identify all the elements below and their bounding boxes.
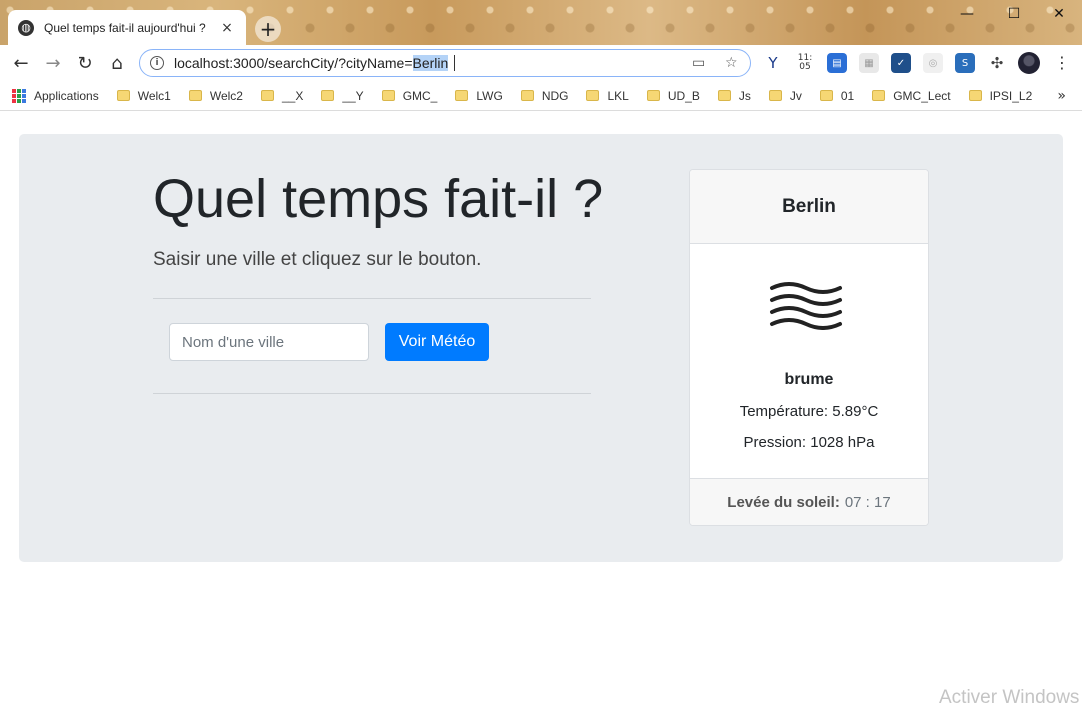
card-body: brume Température: 5.89°C Pression: 1028… <box>690 244 928 478</box>
bookmark-folder[interactable]: Welc2 <box>188 88 243 103</box>
card-footer: Levée du soleil: 07 : 17 <box>690 478 928 525</box>
folder-icon <box>260 90 274 101</box>
pressure-text: Pression: 1028 hPa <box>743 434 875 451</box>
bookmark-label: Applications <box>34 88 99 103</box>
home-icon[interactable]: ⌂ <box>105 51 129 75</box>
bookmark-label: __Y <box>342 88 364 103</box>
bookmark-folder[interactable]: 01 <box>819 88 855 103</box>
temperature-text: Température: 5.89°C <box>739 403 879 420</box>
extension-v-icon[interactable]: Y <box>763 53 783 73</box>
extension-circle-icon[interactable]: ◎ <box>923 53 943 73</box>
bookmark-folder[interactable]: __Y <box>321 88 364 103</box>
folder-icon <box>586 90 600 101</box>
bookmarks-bar: Applications Welc1 Welc2 __X __Y GMC_ LW… <box>0 81 1082 111</box>
divider <box>153 298 591 299</box>
browser-tab[interactable]: ◍ Quel temps fait-il aujourd'hui ? × <box>8 10 246 45</box>
folder-icon <box>872 90 886 101</box>
apps-grid-icon <box>12 88 26 103</box>
folder-icon <box>717 90 731 101</box>
folder-icon <box>768 90 782 101</box>
star-icon[interactable]: ☆ <box>725 55 738 71</box>
bookmark-label: Jv <box>789 88 802 103</box>
close-window-button[interactable]: ✕ <box>1036 4 1082 24</box>
bookmark-folder[interactable]: LKL <box>586 88 629 103</box>
folder-icon <box>819 90 833 101</box>
bookmark-label: Js <box>738 88 751 103</box>
bookmark-folder[interactable]: NDG <box>520 88 569 103</box>
bookmark-folder[interactable]: GMC_Lect <box>872 88 951 103</box>
mist-icon <box>770 282 842 330</box>
folder-icon <box>381 90 395 101</box>
page-title: Quel temps fait-il ? <box>153 169 604 229</box>
new-tab-button[interactable]: + <box>255 16 281 42</box>
bookmark-apps[interactable]: Applications <box>12 88 99 103</box>
globe-icon: ◍ <box>18 19 34 36</box>
cast-icon[interactable]: ▭ <box>692 55 705 71</box>
bookmark-label: Welc1 <box>137 88 171 103</box>
info-icon[interactable]: i <box>150 56 164 70</box>
reload-icon[interactable]: ↻ <box>73 51 97 75</box>
folder-icon <box>116 90 130 101</box>
url-prefix: localhost:3000/searchCity/?cityName= <box>174 55 413 71</box>
sunrise-label: Levée du soleil: <box>727 494 840 511</box>
page-subtitle: Saisir une ville et cliquez sur le bouto… <box>153 249 482 270</box>
folder-icon <box>968 90 982 101</box>
extension-doc-icon[interactable]: ▤ <box>827 53 847 73</box>
bookmark-label: GMC_ <box>402 88 438 103</box>
view-weather-button[interactable]: Voir Météo <box>385 323 489 361</box>
folder-icon <box>188 90 202 101</box>
extension-check-icon[interactable]: ✓ <box>891 53 911 73</box>
minimize-button[interactable]: — <box>944 4 990 24</box>
extension-grid-icon[interactable]: ▦ <box>859 53 879 73</box>
menu-icon[interactable]: ⋮ <box>1054 53 1070 72</box>
bookmark-folder[interactable]: GMC_ <box>381 88 438 103</box>
folder-icon <box>321 90 335 101</box>
bookmarks-overflow-icon[interactable]: » <box>1057 88 1066 104</box>
extension-clock-icon[interactable]: 11: 05 <box>795 53 815 73</box>
bookmark-folder[interactable]: Js <box>717 88 751 103</box>
bookmark-folder[interactable]: __X <box>260 88 304 103</box>
text-cursor <box>454 55 456 71</box>
weather-condition: brume <box>784 371 834 388</box>
bookmark-label: 01 <box>840 88 855 103</box>
windows-activation-watermark: Activer Windows <box>939 687 1080 708</box>
divider <box>153 393 591 394</box>
folder-icon <box>455 90 469 101</box>
url-text[interactable]: localhost:3000/searchCity/?cityName=Berl… <box>174 55 449 71</box>
sunrise-value: 07 : 17 <box>844 494 891 511</box>
bookmark-label: LWG <box>476 88 503 103</box>
weather-card: Berlin brume Température: 5.89°C Pressio… <box>689 169 929 526</box>
bookmark-label: GMC_Lect <box>893 88 951 103</box>
city-input[interactable] <box>169 323 369 361</box>
bookmark-label: IPSI_L2 <box>989 88 1033 103</box>
folder-icon <box>520 90 534 101</box>
bookmark-folder[interactable]: IPSI_L2 <box>968 88 1033 103</box>
tab-title: Quel temps fait-il aujourd'hui ? <box>44 20 206 35</box>
bookmark-folder[interactable]: Welc1 <box>116 88 171 103</box>
bookmark-folder[interactable]: UD_B <box>646 88 700 103</box>
extensions-icon[interactable]: ✣ <box>987 53 1007 73</box>
browser-titlebar: ◍ Quel temps fait-il aujourd'hui ? × + —… <box>0 0 1082 45</box>
forward-icon[interactable]: → <box>41 51 65 75</box>
profile-avatar[interactable] <box>1018 52 1040 74</box>
bookmark-label: __X <box>281 88 304 103</box>
bookmark-folder[interactable]: LWG <box>455 88 503 103</box>
address-bar[interactable]: i localhost:3000/searchCity/?cityName=Be… <box>139 49 751 77</box>
maximize-button[interactable]: ☐ <box>991 4 1037 24</box>
extension-s-icon[interactable]: S <box>955 53 975 73</box>
back-icon[interactable]: ← <box>9 51 33 75</box>
url-selected-text: Berlin <box>412 55 449 71</box>
bookmark-label: UD_B <box>667 88 700 103</box>
bookmark-label: LKL <box>607 88 629 103</box>
bookmark-folder[interactable]: Jv <box>768 88 802 103</box>
folder-icon <box>646 90 660 101</box>
card-city-name: Berlin <box>690 170 928 244</box>
bookmark-label: Welc2 <box>209 88 243 103</box>
browser-toolbar: ← → ↻ ⌂ i localhost:3000/searchCity/?cit… <box>0 45 1082 81</box>
bookmark-label: NDG <box>541 88 569 103</box>
tab-close-icon[interactable]: × <box>218 20 236 36</box>
